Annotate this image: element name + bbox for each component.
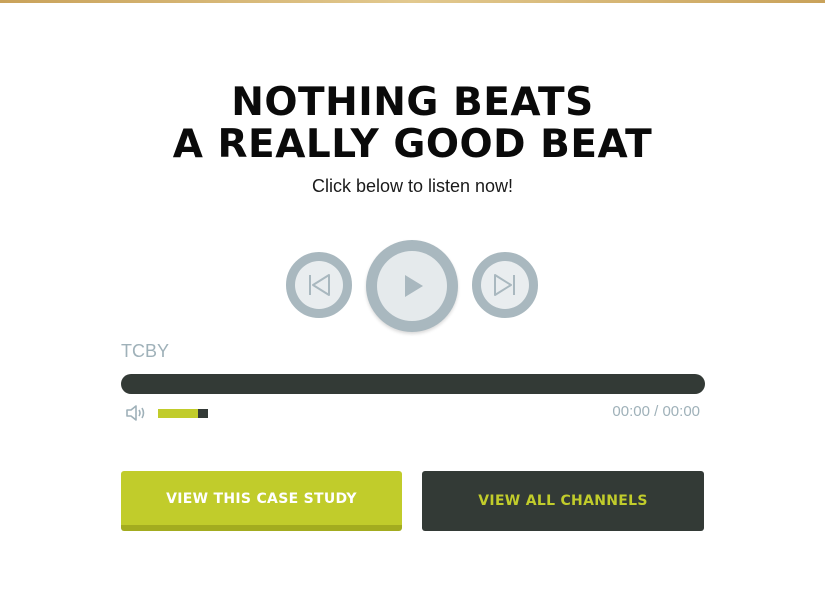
time-display: 00:00 / 00:00 <box>612 403 700 420</box>
track-name: TCBY <box>121 341 170 361</box>
skip-back-icon <box>309 274 330 296</box>
top-border <box>0 0 825 3</box>
view-all-channels-button[interactable]: VIEW ALL CHANNELS <box>422 471 704 531</box>
previous-button-face <box>295 261 343 309</box>
play-button[interactable] <box>366 240 458 332</box>
player-controls <box>0 240 825 332</box>
progress-bar[interactable] <box>121 374 705 394</box>
next-track-button[interactable] <box>472 252 538 318</box>
headline: NOTHING BEATS A REALLY GOOD BEAT <box>0 82 825 166</box>
headline-line-2: A REALLY GOOD BEAT <box>172 122 653 167</box>
volume-slider[interactable] <box>158 409 208 418</box>
play-icon <box>405 275 423 297</box>
headline-line-1: NOTHING BEATS <box>231 80 594 125</box>
previous-track-button[interactable] <box>286 252 352 318</box>
page: NOTHING BEATS A REALLY GOOD BEAT Click b… <box>0 0 825 603</box>
next-button-face <box>481 261 529 309</box>
subhead: Click below to listen now! <box>311 176 514 196</box>
play-button-face <box>377 251 447 321</box>
view-case-study-button[interactable]: VIEW THIS CASE STUDY <box>121 471 402 531</box>
skip-forward-icon <box>494 274 515 296</box>
speaker-icon[interactable] <box>125 403 149 423</box>
volume-fill <box>158 409 198 418</box>
